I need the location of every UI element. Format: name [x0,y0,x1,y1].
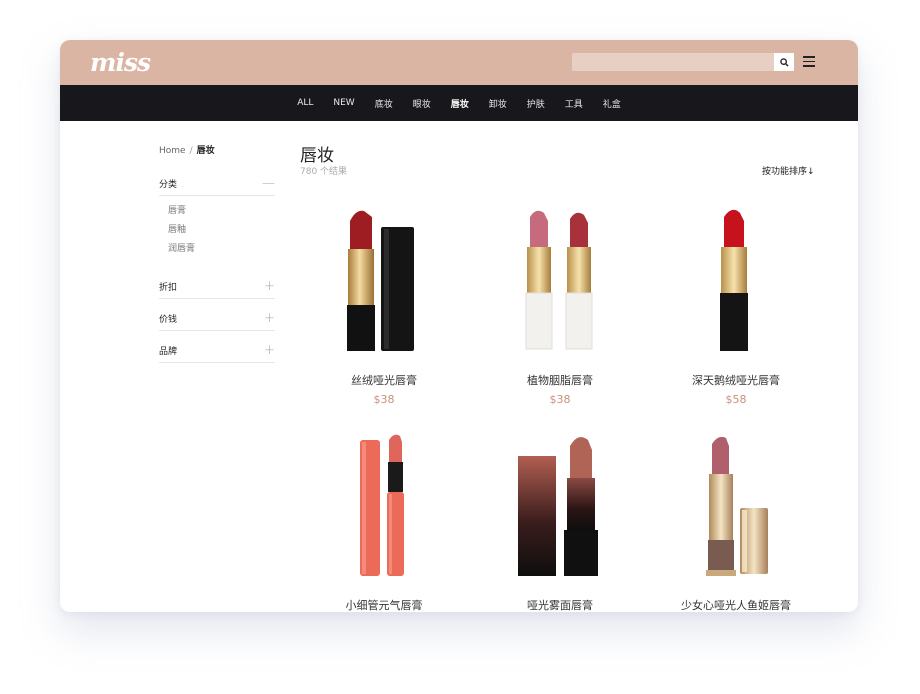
filter-discount-header[interactable]: 折扣 + [159,280,275,299]
plus-icon[interactable]: + [264,344,275,357]
logo[interactable]: miss [90,48,151,77]
search-icon [779,57,789,67]
product-card[interactable]: 深天鹅绒哑光唇膏 $58 [648,205,824,420]
product-name[interactable]: 小细管元气唇膏 [296,597,472,612]
page-title: 唇妆 [300,146,334,166]
product-card[interactable]: 哑光雾面唇膏 [472,430,648,612]
nav-item-new[interactable]: NEW [323,98,364,108]
product-image[interactable] [648,430,824,580]
filter-brand-title: 品牌 [159,347,178,357]
nav-item-makeup-remover[interactable]: 卸妆 [479,97,517,110]
nav-item-lip-makeup[interactable]: 唇妆 [441,97,479,110]
breadcrumb-current: 唇妆 [196,146,215,156]
product-card[interactable]: 植物胭脂唇膏 $38 [472,205,648,420]
product-image[interactable] [648,205,824,355]
nav-item-tools[interactable]: 工具 [555,97,593,110]
product-grid: 丝绒哑光唇膏 $38 植物胭脂唇膏 $38 深天鹅绒哑光唇膏 $58 小细管元气… [296,205,824,612]
lipstick-image [360,434,404,576]
filter-category-header[interactable]: 分类 — [159,177,275,196]
filter-discount: 折扣 + [159,280,275,299]
filter-discount-title: 折扣 [159,283,178,293]
filter-sidebar: 分类 — 唇膏 唇釉 润唇膏 折扣 + 价钱 + 品牌 + [159,177,275,376]
search-input[interactable] [572,53,772,71]
product-name[interactable]: 深天鹅绒哑光唇膏 [648,372,824,388]
filter-price: 价钱 + [159,312,275,331]
plus-icon[interactable]: + [264,312,275,325]
product-image[interactable] [296,430,472,580]
lipstick-image [347,210,414,351]
sort-dropdown[interactable]: 按功能排序↓ [762,164,815,177]
hamburger-menu-icon[interactable] [803,56,815,68]
filter-category-list: 唇膏 唇釉 润唇膏 [159,196,275,267]
filter-category-title: 分类 [159,180,178,190]
plus-icon[interactable]: + [264,280,275,293]
app-window: miss ALL NEW 底妆 眼妆 唇妆 卸妆 护肤 工具 礼盒 Home / 唇… [60,40,858,612]
filter-price-header[interactable]: 价钱 + [159,312,275,331]
lipstick-image [706,436,768,576]
product-image[interactable] [296,205,472,355]
product-price: $38 [373,393,395,406]
filter-option-lip-glaze[interactable]: 唇釉 [168,221,275,240]
filter-option-lipstick[interactable]: 唇膏 [168,202,275,221]
breadcrumb: Home / 唇妆 [159,143,215,156]
lipstick-image [720,209,748,351]
main-nav: ALL NEW 底妆 眼妆 唇妆 卸妆 护肤 工具 礼盒 [60,85,858,121]
filter-price-title: 价钱 [159,315,178,325]
breadcrumb-separator: / [189,146,193,156]
header: miss [60,40,858,85]
content-area: Home / 唇妆 分类 — 唇膏 唇釉 润唇膏 折扣 + 价钱 + 品牌 + … [60,121,858,612]
nav-item-skincare[interactable]: 护肤 [517,97,555,110]
product-price: $58 [725,393,747,406]
product-name[interactable]: 丝绒哑光唇膏 [296,372,472,388]
product-image[interactable] [472,205,648,355]
nav-item-all[interactable]: ALL [287,98,323,108]
nav-item-eye-makeup[interactable]: 眼妆 [403,97,441,110]
search-button[interactable] [774,53,794,71]
nav-item-gift-box[interactable]: 礼盒 [593,97,631,110]
breadcrumb-home[interactable]: Home [159,146,186,156]
filter-category: 分类 — 唇膏 唇釉 润唇膏 [159,177,275,267]
product-name[interactable]: 少女心哑光人鱼姬唇膏 [648,597,824,612]
product-card[interactable]: 少女心哑光人鱼姬唇膏 [648,430,824,612]
filter-option-lip-balm[interactable]: 润唇膏 [168,240,275,259]
filter-brand-header[interactable]: 品牌 + [159,344,275,363]
lipstick-image [525,210,593,350]
minus-icon[interactable]: — [262,177,275,190]
product-name[interactable]: 植物胭脂唇膏 [472,372,648,388]
lipstick-image [518,437,598,576]
product-card[interactable]: 小细管元气唇膏 [296,430,472,612]
nav-item-base-makeup[interactable]: 底妆 [365,97,403,110]
product-name[interactable]: 哑光雾面唇膏 [472,597,648,612]
search-bar [572,53,794,71]
product-image[interactable] [472,430,648,580]
filter-brand: 品牌 + [159,344,275,363]
result-count: 780 个结果 [300,167,348,177]
product-price: $38 [549,393,571,406]
product-card[interactable]: 丝绒哑光唇膏 $38 [296,205,472,420]
